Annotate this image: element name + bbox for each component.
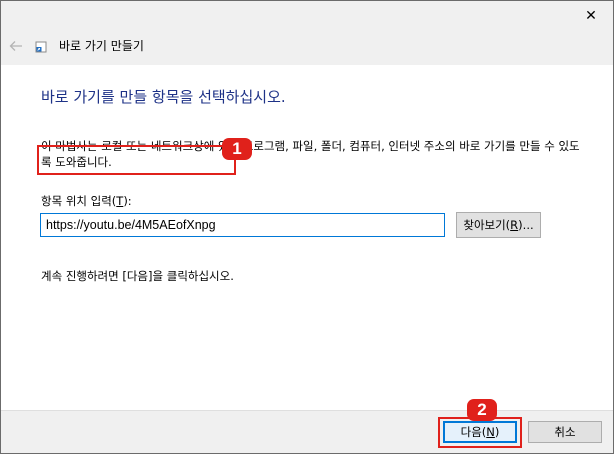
- next-suffix: ): [494, 425, 500, 439]
- location-label-prefix: 항목 위치 입력(: [41, 194, 117, 208]
- back-button[interactable]: [5, 35, 27, 57]
- browse-suffix: )...: [518, 218, 534, 232]
- browse-key: R: [510, 218, 519, 232]
- window-title: 바로 가기 만들기: [59, 39, 144, 53]
- next-prefix: 다음(: [460, 425, 487, 439]
- step-marker-1: 1: [222, 138, 252, 160]
- next-key: N: [486, 425, 495, 439]
- step-marker-2: 2: [467, 399, 497, 421]
- cancel-button[interactable]: 취소: [528, 421, 602, 443]
- next-button[interactable]: 다음(N): [443, 421, 517, 443]
- wizard-footer: [1, 410, 613, 453]
- shortcut-icon: [35, 41, 47, 53]
- wizard-content: 바로 가기를 만들 항목을 선택하십시오. 이 마법사는 로컬 또는 네트워크상…: [1, 65, 613, 410]
- location-label-suffix: ):: [123, 194, 132, 208]
- create-shortcut-window: 바로 가기 만들기 ✕ 바로 가기를 만들 항목을 선택하십시오. 이 마법사는…: [0, 0, 614, 454]
- page-heading: 바로 가기를 만들 항목을 선택하십시오.: [41, 88, 286, 106]
- back-arrow-icon: [9, 41, 22, 51]
- title-bar: 바로 가기 만들기 ✕: [1, 1, 613, 65]
- page-description: 이 마법사는 로컬 또는 네트워크상에 있는 프로그램, 파일, 폴더, 컴퓨터…: [41, 139, 580, 169]
- close-button[interactable]: ✕: [569, 1, 613, 31]
- close-icon: ✕: [585, 8, 597, 24]
- browse-button[interactable]: 찾아보기(R)...: [456, 212, 541, 238]
- location-input[interactable]: [40, 213, 445, 237]
- browse-prefix: 찾아보기(: [463, 218, 511, 232]
- location-label: 항목 위치 입력(T):: [41, 193, 132, 209]
- continue-hint: 계속 진행하려면 [다음]을 클릭하십시오.: [41, 269, 234, 283]
